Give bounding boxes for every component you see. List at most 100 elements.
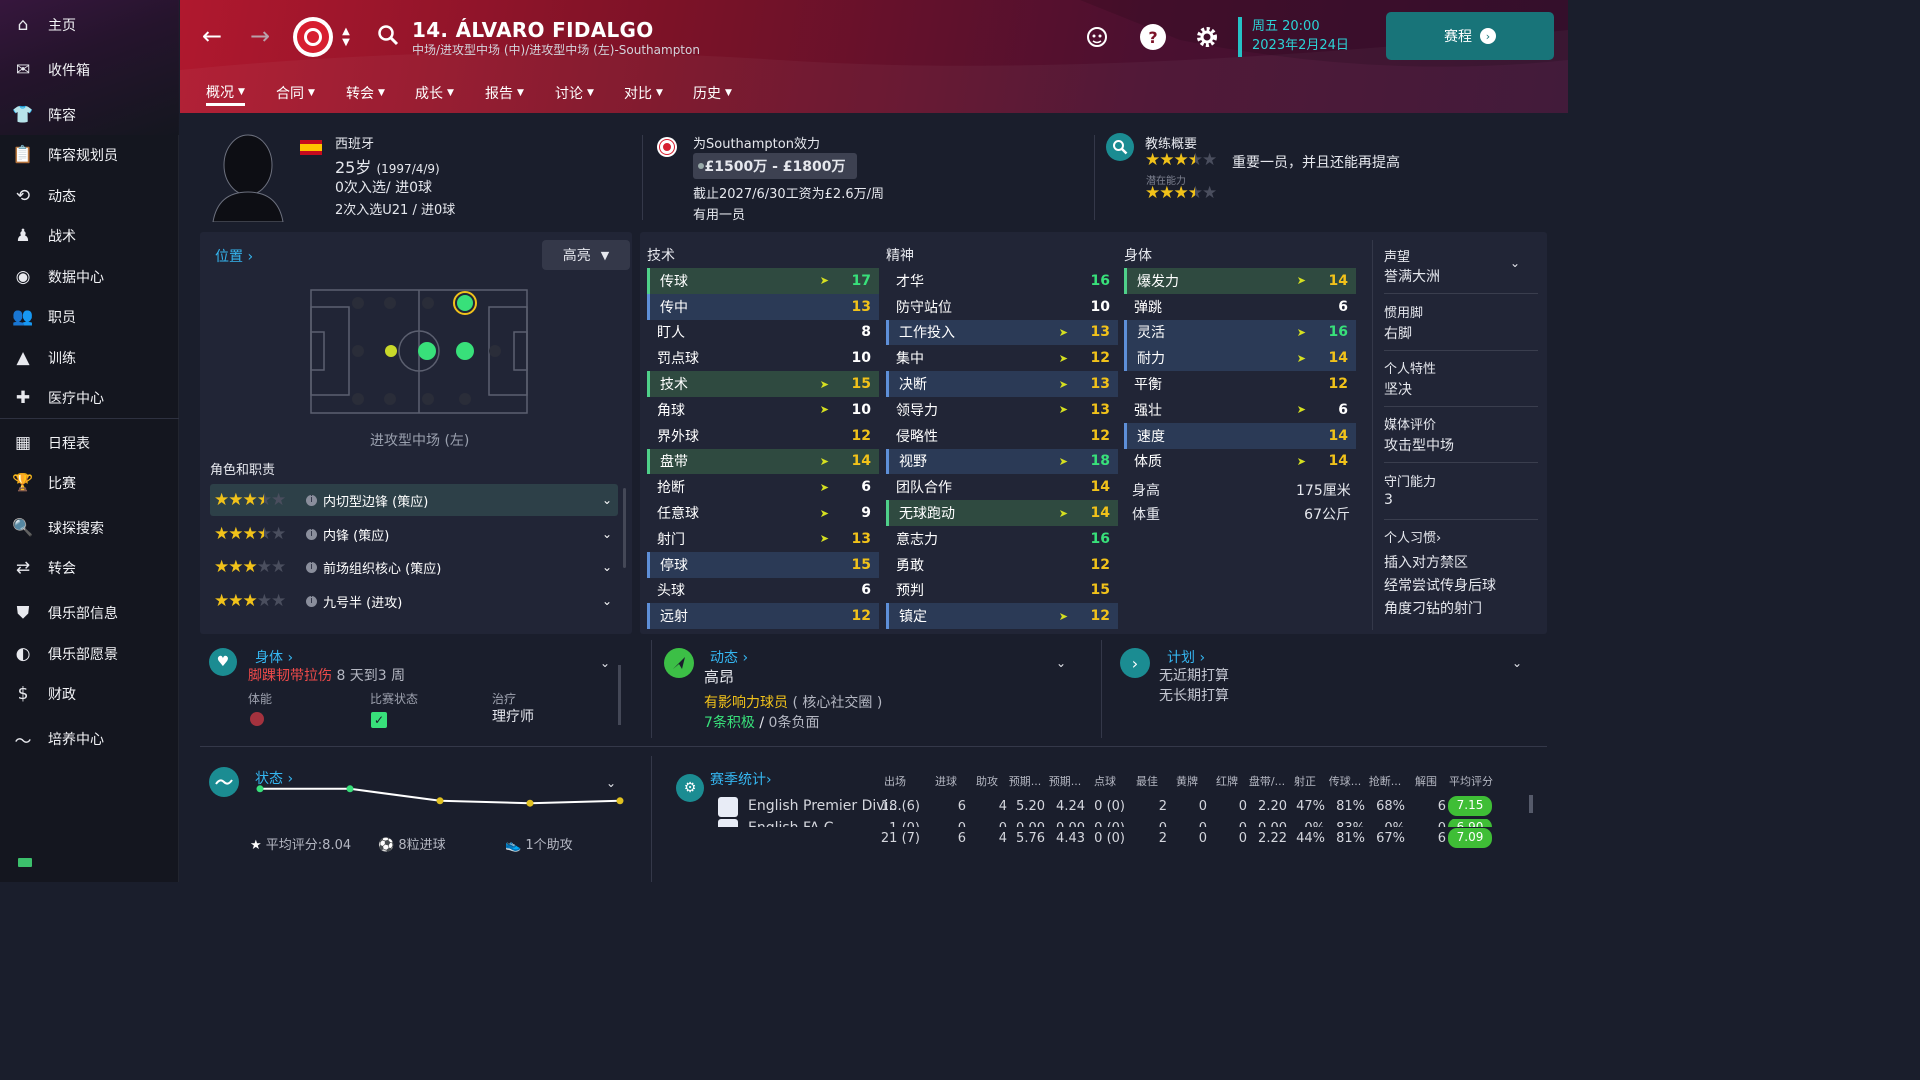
stat-column-header[interactable]: 红牌 <box>1207 773 1247 789</box>
role-row[interactable]: ★★★★★ i 内切型边锋 (策应) ⌄ <box>210 484 618 516</box>
chevron-down-icon[interactable]: ⌄ <box>600 656 610 670</box>
info-icon[interactable]: i <box>306 528 317 540</box>
stat-column-header[interactable]: 助攻 <box>967 773 1007 789</box>
attribute-row[interactable]: 弹跳 6 <box>1124 294 1356 320</box>
sidebar-item-home[interactable]: ⌂ 主页 <box>0 6 179 44</box>
stats-row[interactable]: English Premier Divi... 18 (6) 6 4 5.20 4.24 0… <box>700 796 1540 819</box>
fixtures-button[interactable]: 赛程 › <box>1386 12 1554 60</box>
attribute-row[interactable]: 盘带 ➤ 14 <box>647 448 879 475</box>
stat-column-header[interactable]: 平均评分 <box>1446 773 1496 789</box>
forward-button[interactable]: → <box>246 22 274 50</box>
tab-3[interactable]: 成长 ▼ <box>415 80 454 106</box>
attribute-row[interactable]: 头球 6 <box>647 578 879 604</box>
roles-scrollbar[interactable] <box>623 488 626 568</box>
sidebar-item-development[interactable]: 〜培养中心 <box>0 720 179 758</box>
stats-row[interactable]: English FA C...1 (0)000.000.000 (0)0000.… <box>700 819 1540 827</box>
sidebar-item-data[interactable]: ◉ 数据中心 <box>0 258 179 296</box>
attribute-row[interactable]: 停球 15 <box>647 551 879 578</box>
tab-6[interactable]: 对比 ▼ <box>624 80 663 106</box>
attribute-row[interactable]: 平衡 12 <box>1124 371 1356 397</box>
role-row[interactable]: ★★★★★ i 前场组织核心 (策应) ⌄ <box>210 551 618 583</box>
attribute-row[interactable]: 爆发力 ➤ 14 <box>1124 268 1356 294</box>
body-scrollbar[interactable] <box>618 665 621 725</box>
stat-column-header[interactable]: 盘带/... <box>1247 773 1287 789</box>
stat-column-header[interactable]: 传球... <box>1325 773 1365 789</box>
stat-column-header[interactable]: 预期... <box>1045 773 1085 789</box>
chevron-down-icon[interactable]: ⌄ <box>1512 656 1522 670</box>
attribute-row[interactable]: 传中 13 <box>647 293 879 320</box>
sidebar-item-dynamics[interactable]: ⟲ 动态 <box>0 177 179 215</box>
tab-4[interactable]: 报告 ▼ <box>485 80 524 106</box>
attribute-row[interactable]: 工作投入 ➤ 13 <box>886 319 1118 346</box>
stat-column-header[interactable]: 进球 <box>926 773 966 789</box>
help-button[interactable]: ? <box>1140 24 1166 50</box>
highlight-dropdown[interactable]: 高亮 ▼ <box>542 240 630 270</box>
tab-7[interactable]: 历史 ▼ <box>693 80 732 106</box>
stat-column-header[interactable]: 出场 <box>870 773 920 789</box>
position-header[interactable]: 位置 › <box>215 246 253 266</box>
attribute-row[interactable]: 界外球 12 <box>647 423 879 449</box>
info-icon[interactable]: i <box>306 494 317 506</box>
sidebar-item-vision[interactable]: ◐ 俱乐部愿景 <box>0 635 179 673</box>
attribute-row[interactable]: 团队合作 14 <box>886 474 1118 500</box>
assistant-button[interactable] <box>1084 24 1110 50</box>
info-icon[interactable]: i <box>306 561 317 573</box>
attribute-row[interactable]: 传球 ➤ 17 <box>647 268 879 294</box>
dynamics-header[interactable]: 动态 › <box>710 647 748 667</box>
body-header[interactable]: 身体 › <box>255 647 293 667</box>
chevron-down-icon[interactable]: ⌄ <box>602 594 612 608</box>
sidebar-item-trophy[interactable]: 🏆 比赛 <box>0 464 179 502</box>
stat-column-header[interactable]: 射正 <box>1285 773 1325 789</box>
attribute-row[interactable]: 视野 ➤ 18 <box>886 448 1118 475</box>
attribute-row[interactable]: 耐力 ➤ 14 <box>1124 345 1356 372</box>
chevron-down-icon[interactable]: ⌄ <box>602 493 612 507</box>
attribute-row[interactable]: 射门 ➤ 13 <box>647 526 879 552</box>
attribute-row[interactable]: 防守站位 10 <box>886 294 1118 320</box>
sidebar-item-planner[interactable]: 📋 阵容规划员 <box>0 136 179 174</box>
search-button[interactable] <box>376 22 400 48</box>
sidebar-item-medical[interactable]: ✚ 医疗中心 <box>0 379 179 417</box>
chevron-down-icon[interactable]: ⌄ <box>1510 256 1520 270</box>
sidebar-item-squad[interactable]: 👕 阵容 <box>0 96 179 134</box>
stat-column-header[interactable]: 预期... <box>1005 773 1045 789</box>
attribute-row[interactable]: 领导力 ➤ 13 <box>886 397 1118 423</box>
attribute-row[interactable]: 任意球 ➤ 9 <box>647 500 879 526</box>
attribute-row[interactable]: 强壮 ➤ 6 <box>1124 397 1356 423</box>
stat-column-header[interactable]: 黄牌 <box>1167 773 1207 789</box>
club-badge[interactable] <box>293 17 333 57</box>
habits-header[interactable]: 个人习惯› <box>1384 527 1441 546</box>
attribute-row[interactable]: 罚点球 10 <box>647 345 879 371</box>
attribute-row[interactable]: 远射 12 <box>647 603 879 630</box>
stat-column-header[interactable]: 解围 <box>1406 773 1446 789</box>
attribute-row[interactable]: 抢断 ➤ 6 <box>647 474 879 500</box>
attribute-row[interactable]: 体质 ➤ 14 <box>1124 449 1356 475</box>
sidebar-item-shield[interactable]: ⛊ 俱乐部信息 <box>0 594 179 632</box>
stats-row[interactable]: 21 (7) 6 4 5.76 4.43 0 (0) 2 0 0 2.22 44% 81% 67% 6 7.… <box>700 828 1540 851</box>
tab-1[interactable]: 合同 ▼ <box>276 80 315 106</box>
stat-column-header[interactable]: 抢断... <box>1365 773 1405 789</box>
attribute-row[interactable]: 勇敢 12 <box>886 552 1118 578</box>
tab-2[interactable]: 转会 ▼ <box>346 80 385 106</box>
attribute-row[interactable]: 意志力 16 <box>886 526 1118 552</box>
player-switch-arrows[interactable]: ▲ ▼ <box>339 22 353 52</box>
attribute-row[interactable]: 速度 14 <box>1124 422 1356 449</box>
attribute-row[interactable]: 集中 ➤ 12 <box>886 345 1118 371</box>
chevron-down-icon[interactable]: ⌄ <box>1056 656 1066 670</box>
coach-report-button[interactable] <box>1106 133 1134 161</box>
stat-column-header[interactable]: 点球 <box>1085 773 1125 789</box>
stat-column-header[interactable]: 最佳 <box>1127 773 1167 789</box>
role-row[interactable]: ★★★★★ i 内锋 (策应) ⌄ <box>210 518 618 550</box>
sidebar-item-transfer[interactable]: ⇄ 转会 <box>0 549 179 587</box>
sidebar-item-calendar[interactable]: ▦ 日程表 <box>0 424 179 462</box>
sidebar-item-staff[interactable]: 👥 职员 <box>0 298 179 336</box>
sidebar-item-inbox[interactable]: ✉ 收件箱 <box>0 51 179 89</box>
attribute-row[interactable]: 技术 ➤ 15 <box>647 371 879 397</box>
attribute-row[interactable]: 无球跑动 ➤ 14 <box>886 500 1118 526</box>
sidebar-item-search[interactable]: 🔍 球探搜索 <box>0 509 179 547</box>
settings-button[interactable] <box>1192 22 1222 52</box>
attribute-row[interactable]: 灵活 ➤ 16 <box>1124 319 1356 346</box>
back-button[interactable]: ← <box>198 22 226 50</box>
attribute-row[interactable]: 镇定 ➤ 12 <box>886 603 1118 630</box>
tab-5[interactable]: 讨论 ▼ <box>555 80 594 106</box>
season-stats-header[interactable]: 赛季统计› <box>710 769 772 789</box>
